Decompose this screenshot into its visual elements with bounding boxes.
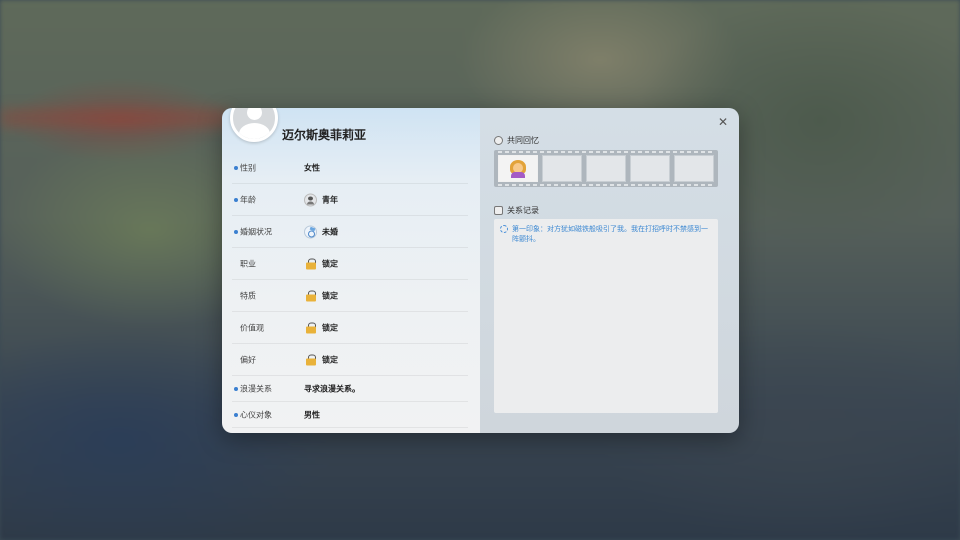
record-book-icon <box>494 206 503 215</box>
active-dot <box>234 165 238 170</box>
row-label: 价值观 <box>240 323 264 332</box>
character-name: 迈尔斯奥菲莉亚 <box>282 128 367 142</box>
profile-pane: 迈尔斯奥菲莉亚 性别 女性 年龄 青年 婚姻状况 未婚 职业 锁定 特质 锁定 … <box>222 108 480 433</box>
lock-icon <box>306 258 316 269</box>
profile-list: 性别 女性 年龄 青年 婚姻状况 未婚 职业 锁定 特质 锁定 价值观 锁定 偏… <box>222 152 480 428</box>
memories-title: 共同回忆 <box>507 136 539 145</box>
row-value: 锁定 <box>304 354 338 365</box>
profile-row-values: 价值观 锁定 <box>232 312 468 344</box>
row-label: 性别 <box>240 163 256 172</box>
profile-row-gender: 性别 女性 <box>232 152 468 184</box>
lock-icon <box>306 354 316 365</box>
profile-row-marital-status: 婚姻状况 未婚 <box>232 216 468 248</box>
row-value: 锁定 <box>304 258 338 269</box>
active-dot <box>234 412 238 417</box>
sparkle-icon <box>500 225 508 233</box>
profile-row-preferences: 偏好 锁定 <box>232 344 468 376</box>
row-value-text: 女性 <box>304 163 320 172</box>
profile-row-attraction: 心仪对象 男性 <box>232 402 468 428</box>
row-value-text: 青年 <box>322 195 338 204</box>
row-label: 年龄 <box>240 195 256 204</box>
row-label: 偏好 <box>240 355 256 364</box>
row-value-text: 锁定 <box>322 291 338 300</box>
row-value-text: 锁定 <box>322 259 338 268</box>
relationship-panel: 迈尔斯奥菲莉亚 性别 女性 年龄 青年 婚姻状况 未婚 职业 锁定 特质 锁定 … <box>222 108 739 433</box>
memory-film-strip <box>494 150 718 187</box>
row-value: 锁定 <box>304 290 338 301</box>
row-value: 锁定 <box>304 322 338 333</box>
active-dot <box>234 197 238 202</box>
memory-slot-empty <box>542 155 582 182</box>
row-label: 职业 <box>240 259 256 268</box>
row-label: 特质 <box>240 291 256 300</box>
records-list[interactable]: 第一印象：对方犹如磁铁般吸引了我。我在打招呼时不禁感到一阵颤抖。 <box>494 219 718 413</box>
ring-icon <box>304 225 317 238</box>
profile-row-romance: 浪漫关系 寻求浪漫关系。 <box>232 376 468 402</box>
row-value-text: 锁定 <box>322 355 338 364</box>
memory-portrait-icon <box>509 159 527 178</box>
record-text: 第一印象：对方犹如磁铁般吸引了我。我在打招呼时不禁感到一阵颤抖。 <box>512 225 708 243</box>
row-value-text: 男性 <box>304 410 320 419</box>
row-label: 浪漫关系 <box>240 384 272 393</box>
records-title: 关系记录 <box>507 206 539 215</box>
profile-row-age: 年龄 青年 <box>232 184 468 216</box>
row-value-text: 寻求浪漫关系。 <box>304 384 360 393</box>
memory-slot-filled[interactable] <box>498 155 538 182</box>
row-value-text: 锁定 <box>322 323 338 332</box>
avatar <box>230 108 278 142</box>
memories-header: 共同回忆 <box>494 135 539 146</box>
list-item: 第一印象：对方犹如磁铁般吸引了我。我在打招呼时不禁感到一阵颤抖。 <box>500 224 712 244</box>
memory-icon <box>494 136 503 145</box>
row-label: 心仪对象 <box>240 410 272 419</box>
memory-slot-empty <box>630 155 670 182</box>
profile-row-traits: 特质 锁定 <box>232 280 468 312</box>
memory-slot-empty <box>674 155 714 182</box>
close-button[interactable]: ✕ <box>717 116 729 128</box>
lock-icon <box>306 322 316 333</box>
active-dot <box>234 386 238 391</box>
row-value: 寻求浪漫关系。 <box>304 383 360 394</box>
background-awning <box>0 108 230 128</box>
row-value-text: 未婚 <box>322 227 338 236</box>
records-header: 关系记录 <box>494 205 539 216</box>
row-value: 未婚 <box>304 225 338 238</box>
row-label: 婚姻状况 <box>240 227 272 236</box>
active-dot <box>234 229 238 234</box>
row-value: 男性 <box>304 409 320 420</box>
memory-slot-empty <box>586 155 626 182</box>
row-value: 青年 <box>304 193 338 206</box>
history-pane: ✕ 共同回忆 关系记录 第一印象：对方犹如磁铁般吸引了我。我在打招呼时不禁感到一… <box>480 108 739 433</box>
person-icon <box>304 193 317 206</box>
row-value: 女性 <box>304 162 320 173</box>
lock-icon <box>306 290 316 301</box>
profile-row-occupation: 职业 锁定 <box>232 248 468 280</box>
